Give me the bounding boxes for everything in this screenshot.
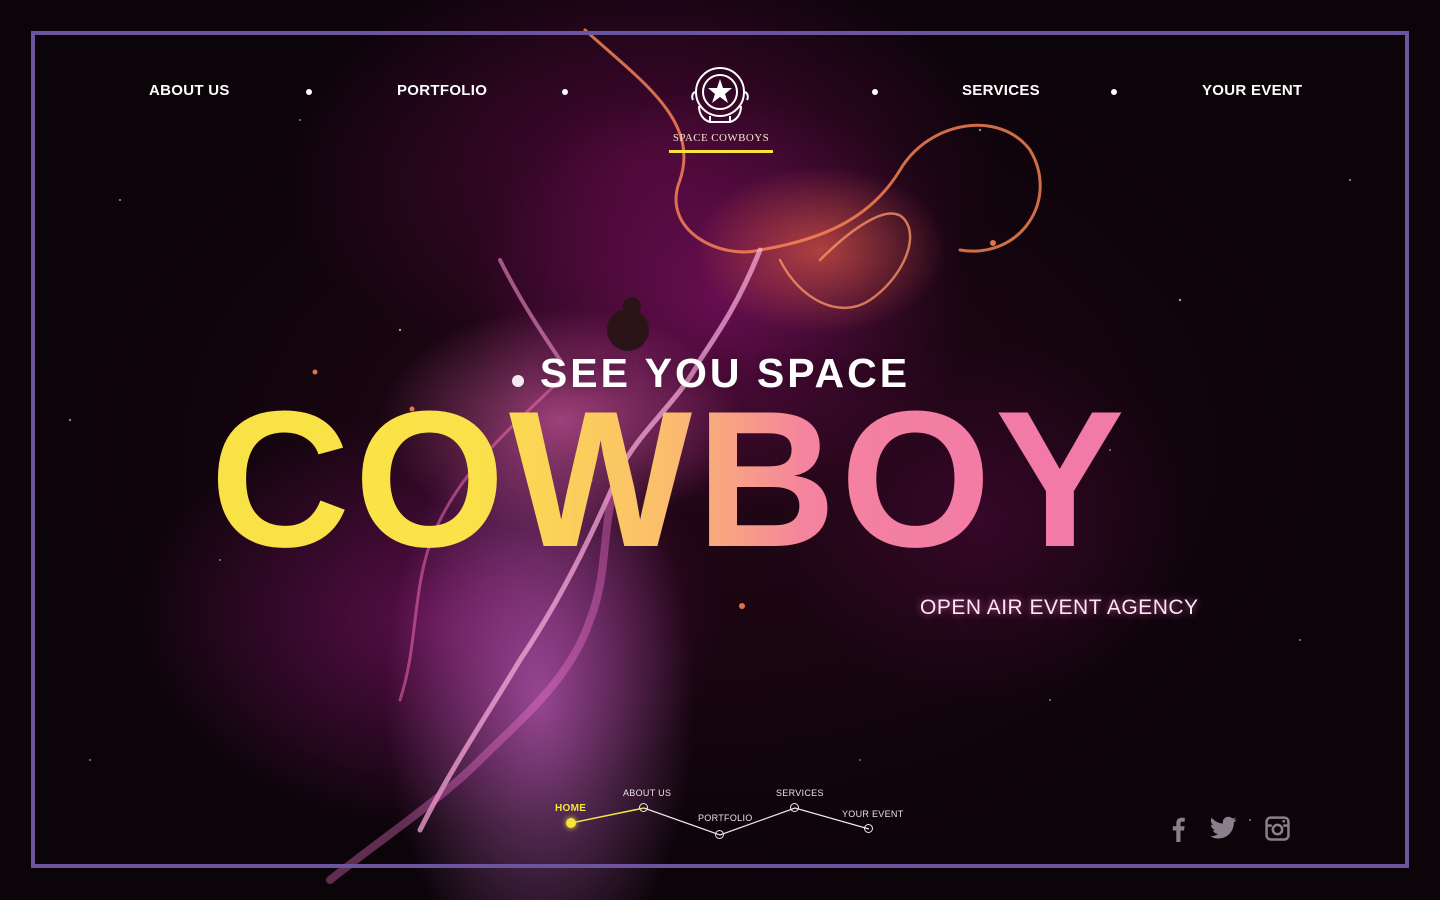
hero-title: COWBOY (210, 383, 1240, 577)
nav-separator-dot (1111, 89, 1117, 95)
nav-separator-dot (306, 89, 312, 95)
sheriff-helmet-icon (685, 62, 755, 128)
nav-services[interactable]: SERVICES (962, 82, 1040, 99)
brand-underline (669, 150, 773, 153)
nav-portfolio[interactable]: PORTFOLIO (397, 82, 487, 99)
step-your-event-node[interactable] (864, 824, 873, 833)
planet-silhouette (607, 297, 649, 351)
twitter-icon[interactable] (1210, 816, 1237, 842)
nav-your-event[interactable]: YOUR EVENT (1202, 82, 1303, 99)
step-navigation: HOME ABOUT US PORTFOLIO SERVICES YOUR EV… (540, 780, 920, 850)
step-about-node[interactable] (639, 803, 648, 812)
step-services-label[interactable]: SERVICES (776, 788, 824, 798)
instagram-icon[interactable] (1265, 816, 1290, 842)
step-home-node[interactable] (566, 818, 576, 828)
nav-about-us[interactable]: ABOUT US (149, 82, 230, 99)
step-your-event-label[interactable]: YOUR EVENT (842, 809, 904, 819)
step-portfolio-node[interactable] (715, 830, 724, 839)
brand-logo[interactable]: SPACE COWBOYS (665, 60, 777, 156)
step-services-node[interactable] (790, 803, 799, 812)
nav-separator-dot (872, 89, 878, 95)
step-portfolio-label[interactable]: PORTFOLIO (698, 813, 753, 823)
nav-separator-dot (562, 89, 568, 95)
step-home-label[interactable]: HOME (555, 803, 586, 814)
hero-tagline: OPEN AIR EVENT AGENCY (920, 596, 1199, 619)
facebook-icon[interactable] (1170, 816, 1186, 842)
step-about-label[interactable]: ABOUT US (623, 788, 671, 798)
brand-name: SPACE COWBOYS (672, 132, 770, 144)
